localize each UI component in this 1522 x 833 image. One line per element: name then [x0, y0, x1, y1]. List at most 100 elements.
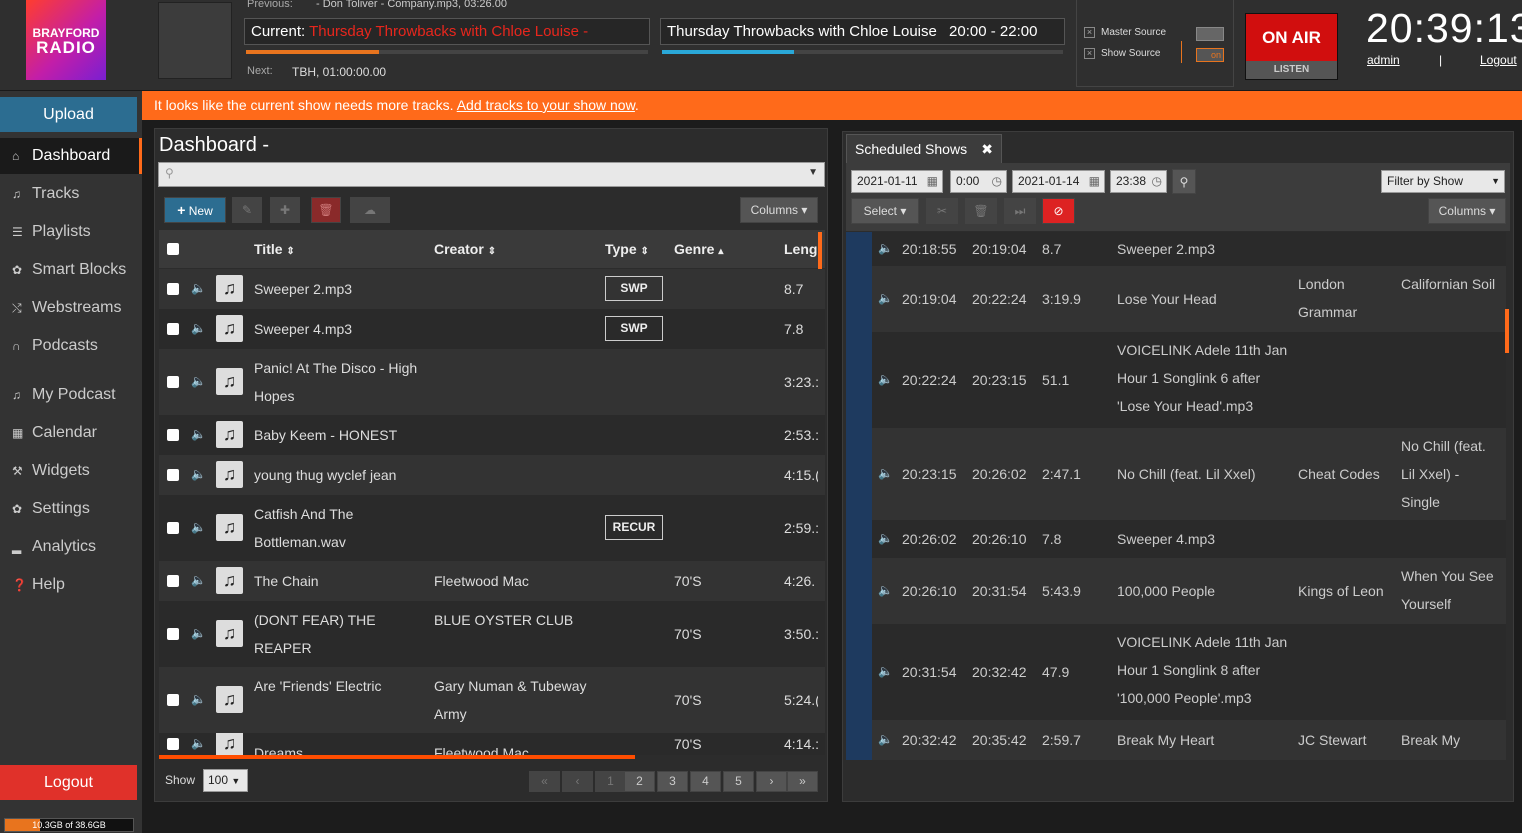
speaker-icon[interactable]: 🔈 [191, 692, 206, 706]
page-button[interactable]: « [529, 771, 560, 792]
speaker-icon[interactable]: 🔈 [191, 321, 206, 335]
table-row[interactable]: 🔈 ♫ Dreams Fleetwood Mac 70'S 4:14.: [159, 733, 825, 755]
table-row[interactable]: 🔈 ♫ Baby Keem - HONEST 2:53.: [159, 415, 825, 455]
cut-icon[interactable]: ✂ [926, 198, 958, 224]
tab-scheduled-shows[interactable]: Scheduled Shows ✖ [846, 134, 1002, 163]
sidebar-item-analytics[interactable]: ▂ Analytics [0, 529, 142, 565]
speaker-icon[interactable]: 🔈 [191, 520, 206, 534]
new-button[interactable]: + New [164, 197, 226, 223]
schedule-row[interactable]: 🔈 20:31:54 20:32:42 47.9 VOICELINK Adele 11t… [846, 624, 1506, 720]
speaker-icon[interactable]: 🔈 [191, 467, 206, 481]
scheduled-columns-button[interactable]: Columns ▾ [1428, 198, 1506, 224]
show-source-toggle[interactable]: on [1196, 48, 1224, 62]
speaker-icon[interactable]: 🔈 [878, 291, 893, 305]
trash-icon[interactable]: 🗑 [311, 197, 341, 223]
sidebar-item-my-podcast[interactable]: ♫ My Podcast [0, 377, 142, 413]
select-button[interactable]: Select ▾ [851, 198, 919, 224]
horizontal-scrollbar[interactable] [159, 755, 635, 759]
schedule-row[interactable]: 🔈 20:18:55 20:19:04 8.7 Sweeper 2.mp3 [846, 232, 1506, 266]
select-all-checkbox[interactable] [167, 243, 179, 255]
col-length[interactable]: Leng [784, 241, 817, 257]
speaker-icon[interactable]: 🔈 [191, 736, 206, 750]
speaker-icon[interactable]: 🔈 [878, 372, 893, 386]
page-button[interactable]: 1 [595, 771, 626, 792]
page-button[interactable]: › [756, 771, 787, 792]
end-time-input[interactable]: 23:38 ◷ [1110, 170, 1167, 193]
row-checkbox[interactable] [167, 575, 179, 587]
table-row[interactable]: 🔈 ♫ (DONT FEAR) THE REAPER BLUE OYSTER CLUB… [159, 601, 825, 667]
schedule-row[interactable]: 🔈 20:22:24 20:23:15 51.1 VOICELINK Adele 11t… [846, 332, 1506, 428]
search-icon[interactable]: ⚲ [1172, 169, 1196, 194]
logout-link[interactable]: Logout [1480, 53, 1517, 67]
row-checkbox[interactable] [167, 323, 179, 335]
speaker-icon[interactable]: 🔈 [191, 281, 206, 295]
speaker-icon[interactable]: 🔈 [191, 374, 206, 388]
cancel-show-icon[interactable]: ⊘ [1042, 198, 1075, 224]
table-row[interactable]: 🔈 ♫ Panic! At The Disco - High Hopes 3:23.: [159, 349, 825, 415]
row-checkbox[interactable] [167, 694, 179, 706]
page-button[interactable]: » [787, 771, 818, 792]
col-genre[interactable]: Genre ▴ [674, 241, 723, 257]
columns-button[interactable]: Columns ▾ [740, 197, 818, 223]
trash-icon[interactable]: 🗑 [965, 198, 997, 224]
user-link[interactable]: admin [1367, 53, 1400, 67]
row-checkbox[interactable] [167, 429, 179, 441]
sidebar-item-help[interactable]: ❓ Help [0, 567, 142, 603]
soundcloud-icon[interactable]: ☁ [350, 197, 390, 223]
add-icon[interactable]: ✚ [270, 197, 300, 223]
page-button[interactable]: 4 [690, 771, 721, 792]
start-time-input[interactable]: 0:00 ◷ [950, 170, 1007, 193]
sidebar-item-dashboard[interactable]: ⌂ Dashboard [0, 138, 142, 174]
skip-icon[interactable]: ⏭ [1004, 198, 1036, 224]
speaker-icon[interactable]: 🔈 [878, 531, 893, 545]
chevron-down-icon[interactable]: ▼ [808, 167, 818, 178]
speaker-icon[interactable]: 🔈 [191, 427, 206, 441]
col-type[interactable]: Type ⇕ [605, 241, 649, 257]
sidebar-item-playlists[interactable]: ☰ Playlists [0, 214, 142, 250]
schedule-row[interactable]: 🔈 20:26:02 20:26:10 7.8 Sweeper 4.mp3 [846, 520, 1506, 558]
col-title[interactable]: Title ⇕ [254, 241, 295, 257]
schedule-row[interactable]: 🔈 20:32:42 20:35:42 2:59.7 Break My Heart JC … [846, 720, 1506, 760]
page-button[interactable]: ‹ [562, 771, 593, 792]
master-source-toggle[interactable] [1196, 27, 1224, 41]
logout-button[interactable]: Logout [0, 765, 137, 800]
row-checkbox[interactable] [167, 628, 179, 640]
close-icon[interactable]: × [1084, 48, 1095, 59]
table-row[interactable]: 🔈 ♫ The Chain Fleetwood Mac 70'S 4:26. [159, 561, 825, 601]
table-row[interactable]: 🔈 ♫ Catfish And The Bottleman.wav RECUR 2:59… [159, 495, 825, 561]
edit-icon[interactable]: ✎ [232, 197, 262, 223]
speaker-icon[interactable]: 🔈 [878, 241, 893, 255]
speaker-icon[interactable]: 🔈 [191, 573, 206, 587]
filter-by-show-select[interactable]: Filter by Show ▼ [1381, 170, 1505, 193]
sidebar-item-webstreams[interactable]: ⤭ Webstreams [0, 290, 142, 326]
upload-button[interactable]: Upload [0, 97, 137, 132]
sidebar-item-tracks[interactable]: ♫ Tracks [0, 176, 142, 212]
speaker-icon[interactable]: 🔈 [878, 466, 893, 480]
row-checkbox[interactable] [167, 738, 179, 750]
page-button[interactable]: 3 [657, 771, 688, 792]
speaker-icon[interactable]: 🔈 [878, 732, 893, 746]
banner-link[interactable]: Add tracks to your show now [457, 97, 635, 113]
sidebar-item-calendar[interactable]: ▦ Calendar [0, 415, 142, 451]
sidebar-item-widgets[interactable]: ⚒ Widgets [0, 453, 142, 489]
row-checkbox[interactable] [167, 469, 179, 481]
schedule-row[interactable]: 🔈 20:23:15 20:26:02 2:47.1 No Chill (feat. L… [846, 428, 1506, 520]
sidebar-item-settings[interactable]: ✿ Settings [0, 491, 142, 527]
end-date-input[interactable]: 2021-01-14 ▦ [1012, 170, 1105, 193]
table-row[interactable]: 🔈 ♫ Are 'Friends' Electric Gary Numan & Tub… [159, 667, 825, 733]
row-checkbox[interactable] [167, 376, 179, 388]
search-input[interactable]: ⚲ ▼ [158, 162, 825, 187]
page-button[interactable]: 5 [723, 771, 754, 792]
table-row[interactable]: 🔈 ♫ Sweeper 4.mp3 SWP 7.8 [159, 309, 825, 349]
page-button[interactable]: 2 [624, 771, 655, 792]
sidebar-item-smart-blocks[interactable]: ✿ Smart Blocks [0, 252, 142, 288]
row-checkbox[interactable] [167, 283, 179, 295]
schedule-row[interactable]: 🔈 20:26:10 20:31:54 5:43.9 100,000 People Kin… [846, 558, 1506, 624]
speaker-icon[interactable]: 🔈 [878, 583, 893, 597]
speaker-icon[interactable]: 🔈 [191, 626, 206, 640]
scheduled-scrollbar[interactable] [1505, 309, 1509, 353]
col-creator[interactable]: Creator ⇕ [434, 241, 496, 257]
row-checkbox[interactable] [167, 522, 179, 534]
close-icon[interactable]: ✖ [981, 135, 993, 164]
sidebar-item-podcasts[interactable]: ∩ Podcasts [0, 328, 142, 364]
